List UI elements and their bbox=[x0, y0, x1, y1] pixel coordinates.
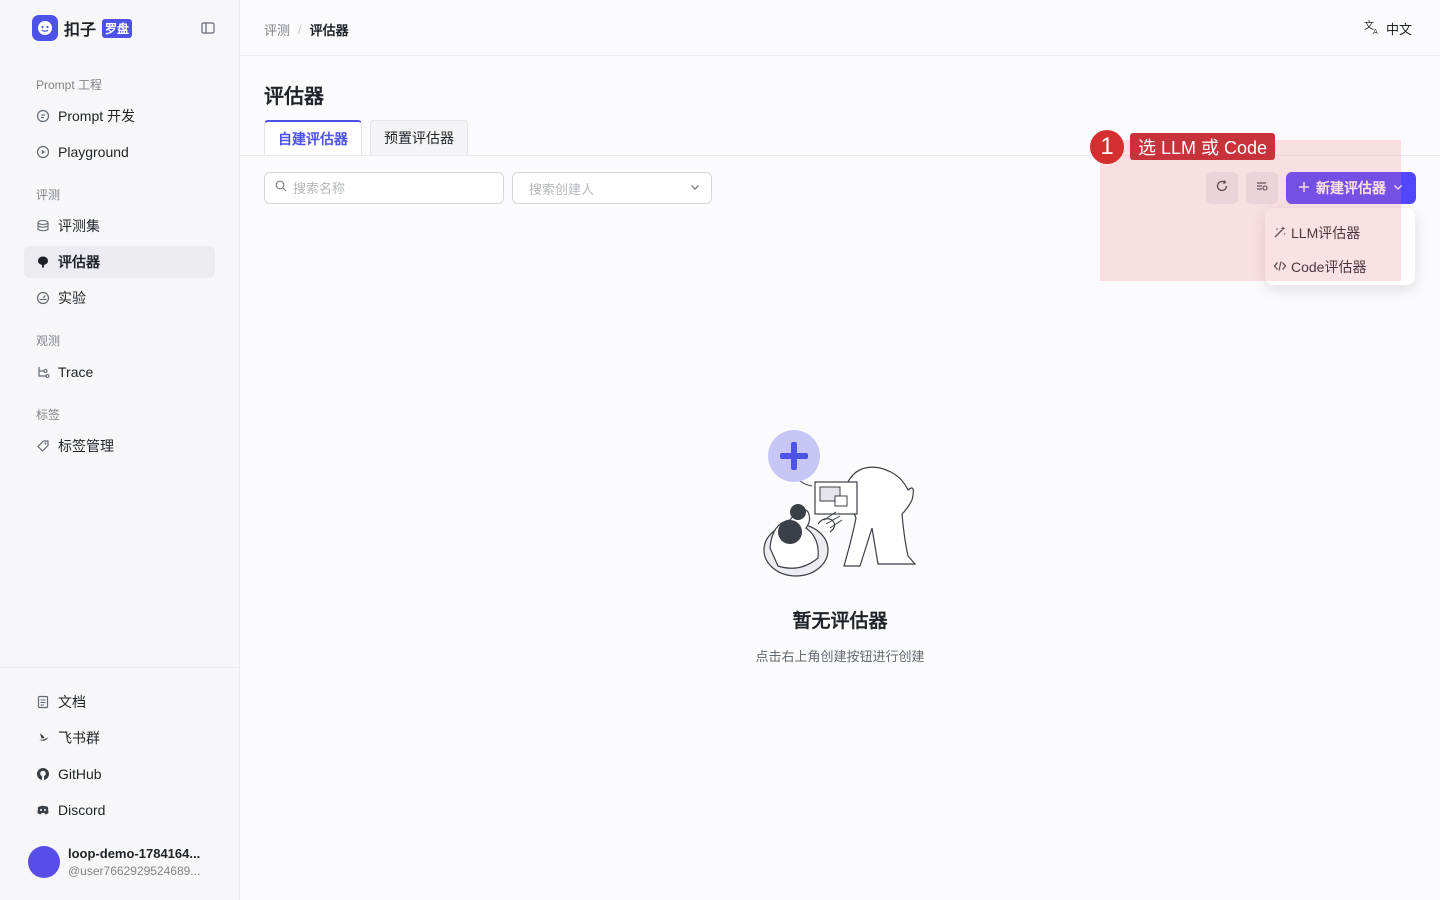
discord-icon bbox=[36, 803, 50, 817]
brand[interactable]: 扣子 罗盘 bbox=[32, 15, 133, 41]
translate-icon: 文A bbox=[1364, 19, 1380, 38]
search-icon bbox=[275, 179, 287, 197]
breadcrumb-item[interactable]: 评测 bbox=[264, 20, 290, 39]
sidebar-item-playground[interactable]: Playground bbox=[24, 136, 215, 168]
tab-preset-evaluator[interactable]: 预置评估器 bbox=[370, 120, 468, 155]
tag-icon bbox=[36, 439, 50, 453]
sidebar-item-feishu[interactable]: 飞书群 bbox=[24, 722, 215, 754]
sidebar-item-experiment[interactable]: 实验 bbox=[24, 282, 215, 314]
nav-group-prompt: Prompt 工程 bbox=[36, 78, 103, 92]
sidebar-item-label: Prompt 开发 bbox=[58, 108, 136, 124]
sidebar-item-prompt-dev[interactable]: Prompt 开发 bbox=[24, 100, 215, 132]
tab-bar: 自建评估器 预置评估器 bbox=[264, 120, 468, 155]
sidebar-item-label: 文档 bbox=[58, 694, 86, 710]
empty-illustration bbox=[760, 428, 920, 580]
sidebar-item-label: Trace bbox=[58, 364, 94, 380]
sidebar-item-label: Discord bbox=[58, 802, 106, 818]
feishu-icon bbox=[36, 731, 50, 745]
creator-select[interactable]: 搜索创建人 bbox=[512, 172, 712, 204]
chevron-down-icon bbox=[689, 181, 701, 196]
page-title: 评估器 bbox=[264, 86, 324, 108]
dashboard-icon bbox=[36, 291, 50, 305]
sidebar-item-docs[interactable]: 文档 bbox=[24, 686, 215, 718]
svg-text:A: A bbox=[1373, 28, 1378, 35]
sidebar: 扣子 罗盘 Prompt 工程 Prompt 开发 Playground 评测 … bbox=[0, 0, 240, 900]
breadcrumb-separator: / bbox=[298, 22, 302, 37]
language-switch[interactable]: 文A 中文 bbox=[1364, 19, 1412, 38]
sidebar-item-label: Playground bbox=[58, 144, 129, 160]
sidebar-item-label: 评估器 bbox=[58, 254, 100, 270]
creator-select-placeholder: 搜索创建人 bbox=[529, 181, 595, 197]
tab-custom-evaluator[interactable]: 自建评估器 bbox=[264, 120, 362, 155]
sidebar-item-label: GitHub bbox=[58, 766, 102, 782]
brand-tag: 罗盘 bbox=[102, 18, 133, 38]
user-handle: @user7662929524689... bbox=[68, 864, 201, 878]
annotation-label: 选 LLM 或 Code bbox=[1130, 133, 1276, 160]
annotation-number: 1 bbox=[1090, 130, 1124, 164]
avatar bbox=[28, 846, 60, 878]
prompt-icon bbox=[36, 109, 50, 123]
sidebar-item-discord[interactable]: Discord bbox=[24, 794, 215, 826]
sidebar-item-label: 评测集 bbox=[58, 218, 100, 234]
sidebar-item-github[interactable]: GitHub bbox=[24, 758, 215, 790]
nav-group-observe: 观测 bbox=[36, 334, 61, 348]
search-name-field[interactable] bbox=[264, 172, 504, 204]
play-circle-icon bbox=[36, 145, 50, 159]
empty-state-subtitle: 点击右上角创建按钮进行创建 bbox=[755, 649, 925, 664]
sidebar-item-label: 飞书群 bbox=[58, 730, 100, 746]
trace-icon bbox=[36, 365, 50, 379]
language-label: 中文 bbox=[1385, 22, 1412, 37]
sidebar-item-label: 实验 bbox=[58, 290, 86, 306]
database-icon bbox=[36, 219, 50, 233]
user-name: loop-demo-1784164... bbox=[68, 846, 201, 861]
user-profile[interactable]: loop-demo-1784164... @user7662929524689.… bbox=[28, 846, 210, 878]
brand-name: 扣子 bbox=[64, 22, 97, 39]
sidebar-item-label: 标签管理 bbox=[58, 438, 114, 454]
sidebar-divider bbox=[0, 667, 240, 668]
sidebar-item-evaluator[interactable]: 评估器 bbox=[24, 246, 215, 278]
empty-state-title: 暂无评估器 bbox=[792, 611, 888, 632]
search-name-input[interactable] bbox=[293, 180, 493, 196]
annotation-highlight bbox=[1100, 140, 1401, 281]
evaluator-icon bbox=[36, 255, 50, 269]
sidebar-item-eval-set[interactable]: 评测集 bbox=[24, 210, 215, 242]
sidebar-item-trace[interactable]: Trace bbox=[24, 356, 215, 388]
nav-group-tag: 标签 bbox=[36, 408, 61, 422]
logo-icon bbox=[32, 15, 58, 41]
breadcrumb-current: 评估器 bbox=[309, 23, 349, 38]
sidebar-item-tag-manage[interactable]: 标签管理 bbox=[24, 430, 215, 462]
sidebar-collapse-icon[interactable] bbox=[200, 20, 216, 36]
doc-icon bbox=[36, 695, 50, 709]
breadcrumb: 评测 / 评估器 bbox=[264, 20, 349, 39]
nav-group-eval: 评测 bbox=[36, 188, 61, 202]
header: 评测 / 评估器 文A 中文 bbox=[240, 0, 1440, 56]
github-icon bbox=[36, 767, 50, 781]
